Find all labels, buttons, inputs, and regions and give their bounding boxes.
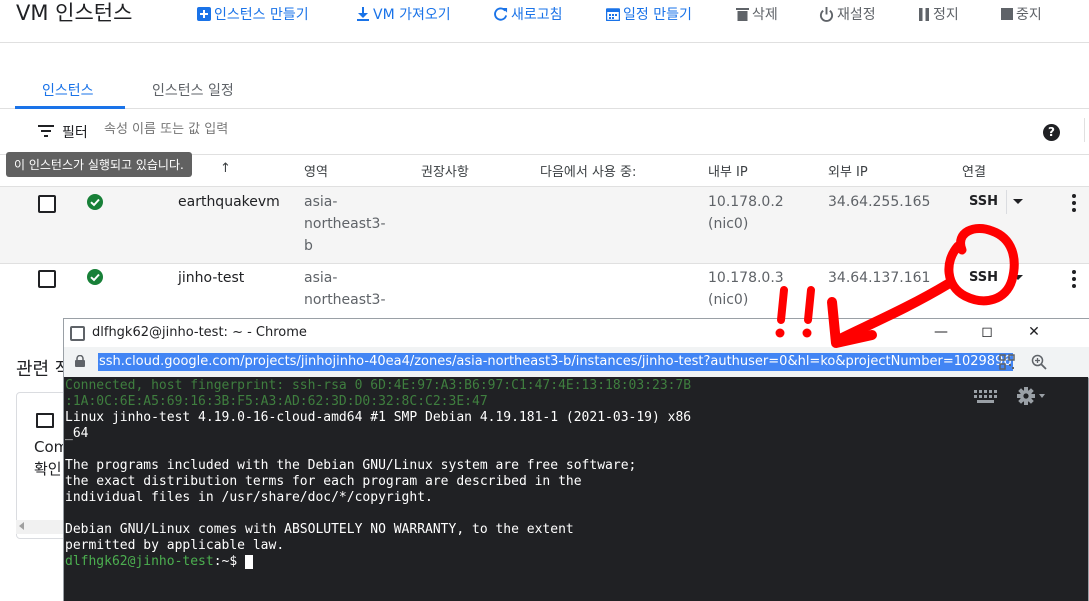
import-vm-button[interactable]: VM 가져오기 <box>356 4 451 24</box>
settings-gear-icon[interactable] <box>1016 386 1046 406</box>
column-header-internal-ip[interactable]: 내부 IP <box>708 161 748 180</box>
terminal-line: The programs included with the Debian GN… <box>65 458 637 473</box>
terminal-prompt-rest: :~$ <box>213 554 246 569</box>
filter-icon[interactable] <box>38 125 54 137</box>
close-icon[interactable]: ✕ <box>1023 322 1045 342</box>
terminal-line: permitted by applicable law. <box>65 538 285 553</box>
external-ip: 34.64.255.165 <box>828 194 931 210</box>
ssh-dropdown-icon[interactable] <box>1013 275 1023 280</box>
lock-icon[interactable] <box>74 355 86 367</box>
page-title: VM 인스턴스 <box>16 1 133 25</box>
add-box-icon <box>197 7 211 21</box>
column-header-external-ip[interactable]: 외부 IP <box>828 161 868 180</box>
create-schedule-button[interactable]: 일정 만들기 <box>606 4 692 24</box>
internal-ip: 10.178.0.3 <box>708 270 784 286</box>
stop-button[interactable]: 정지 <box>918 4 959 24</box>
terminal-output[interactable]: Connected, host fingerprint: ssh-rsa 0 6… <box>65 378 691 570</box>
zoom-icon[interactable] <box>1031 354 1047 370</box>
filter-side-divider <box>1084 118 1085 142</box>
zone-line: northeast3- <box>304 292 386 308</box>
ssh-divider <box>1006 190 1007 214</box>
zone-line: asia- <box>304 194 338 210</box>
running-status-icon <box>87 269 103 285</box>
terminal-line: Debian GNU/Linux comes with ABSOLUTELY N… <box>65 522 574 537</box>
minimize-icon[interactable]: — <box>930 322 952 342</box>
refresh-icon <box>494 7 508 21</box>
calendar-icon <box>606 8 620 21</box>
terminal-line: Connected, host fingerprint: ssh-rsa 0 6… <box>65 378 692 393</box>
trash-icon <box>736 8 749 21</box>
card-icon <box>36 413 54 428</box>
tab-divider <box>0 108 1089 109</box>
download-icon <box>357 7 369 21</box>
zone-line: b <box>304 238 313 254</box>
chrome-window-title: dlfhgk62@jinho-test: ~ - Chrome <box>92 325 307 340</box>
terminal-favicon-icon <box>70 326 85 341</box>
row-checkbox[interactable] <box>38 195 56 213</box>
sort-arrow-icon[interactable]: ↑ <box>220 161 231 176</box>
tab-instance-schedules[interactable]: 인스턴스 일정 <box>152 80 234 100</box>
filter-input[interactable] <box>104 122 704 137</box>
url-text[interactable]: ssh.cloud.google.com/projects/jinhojinho… <box>98 353 1013 371</box>
row-checkbox[interactable] <box>38 270 56 288</box>
refresh-button[interactable]: 새로고침 <box>493 4 563 24</box>
status-tooltip: 이 인스턴스가 실행되고 있습니다. <box>6 152 192 177</box>
internal-ip: 10.178.0.2 <box>708 194 784 210</box>
power-icon <box>819 6 834 22</box>
suspend-button[interactable]: 중지 <box>1001 4 1042 24</box>
column-header-recommendation[interactable]: 권장사항 <box>421 161 469 180</box>
help-icon[interactable]: ? <box>1043 124 1060 141</box>
pause-icon <box>919 7 929 21</box>
qr-code-icon[interactable] <box>999 354 1015 370</box>
more-actions-icon[interactable] <box>1072 270 1076 291</box>
terminal-line: Linux jinho-test 4.19.0-16-cloud-amd64 #… <box>65 410 692 425</box>
instance-name-link[interactable]: earthquakevm <box>178 191 280 213</box>
card-text: 확인 <box>34 460 62 478</box>
create-instance-button[interactable]: 인스턴스 만들기 <box>197 4 309 24</box>
terminal-line: :1A:0C:6E:A5:69:16:3B:F5:A3:AD:62:3D:D0:… <box>65 394 488 409</box>
column-header-zone[interactable]: 영역 <box>304 161 328 180</box>
nic-label: (nic0) <box>708 292 749 308</box>
zone-line: asia- <box>304 270 338 286</box>
more-actions-icon[interactable] <box>1072 194 1076 215</box>
terminal-cursor <box>245 554 254 569</box>
terminal-line: the exact distribution terms for each pr… <box>65 474 582 489</box>
terminal-prompt-user: dlfhgk62@jinho-test <box>65 554 214 569</box>
terminal-line: _64 <box>65 426 89 441</box>
instance-name-link[interactable]: jinho-test <box>178 267 244 289</box>
ssh-button[interactable]: SSH <box>969 270 998 285</box>
ssh-dropdown-icon[interactable] <box>1013 199 1023 204</box>
reset-button[interactable]: 재설정 <box>819 4 876 24</box>
stop-icon <box>1001 8 1013 20</box>
filter-label: 필터 <box>62 125 88 141</box>
maximize-icon[interactable]: ◻ <box>976 322 998 342</box>
active-tab-indicator <box>15 106 125 109</box>
scroll-left-icon[interactable] <box>19 522 24 530</box>
running-status-icon <box>87 194 103 210</box>
terminal-line: individual files in /usr/share/doc/*/cop… <box>65 490 433 505</box>
column-header-connect: 연결 <box>962 165 986 180</box>
tab-instances[interactable]: 인스턴스 <box>42 80 94 100</box>
ssh-button[interactable]: SSH <box>969 194 998 209</box>
keyboard-icon[interactable] <box>974 390 998 404</box>
nic-label: (nic0) <box>708 216 749 232</box>
zone-line: northeast3- <box>304 216 386 232</box>
delete-button[interactable]: 삭제 <box>736 4 778 24</box>
column-header-in-use-by[interactable]: 다음에서 사용 중: <box>540 161 636 180</box>
external-ip: 34.64.137.161 <box>828 270 931 286</box>
